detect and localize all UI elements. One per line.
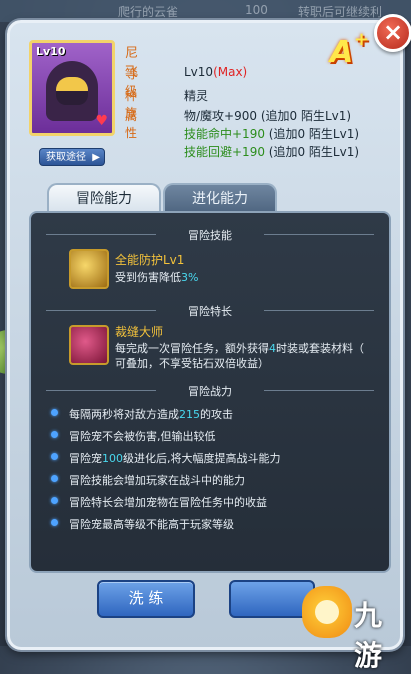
background-value: 100 [245, 3, 268, 17]
combat-section-header: 冒险战力 [31, 383, 389, 399]
bullet-icon [51, 519, 58, 526]
combat-text: 冒险技能会增加玩家在战斗中的能力 [69, 474, 245, 487]
bullet-icon [51, 497, 58, 504]
attribute-extra: (追加0 陌生Lv1) [264, 127, 360, 141]
combat-item: 冒险特长会增加宠物在冒险任务中的收益 [51, 494, 267, 510]
skill-section-header: 冒险技能 [31, 227, 389, 243]
skill-desc: 受到伤害降低3% [115, 270, 198, 285]
combat-item: 每隔两秒将对敌方造成215的攻击 [51, 406, 233, 422]
background-hint: 转职后可继续利 [298, 5, 383, 19]
attribute-main: 物/魔攻+900 [184, 109, 258, 123]
combat-text: 冒险宠不会被伤害,但输出较低 [69, 430, 216, 443]
skill-name: 全能防护Lv1 [115, 253, 185, 267]
tab-adventure-ability[interactable]: 冒险能力 [47, 183, 161, 213]
bullet-icon [51, 453, 58, 460]
skill-desc-text: 受到伤害降低 [115, 271, 181, 284]
attribute-main: 技能命中+190 [184, 127, 265, 141]
level-value: Lv10(Max) [184, 65, 247, 79]
combat-value: 100 [102, 452, 123, 465]
play-arrow-icon: ▶ [92, 152, 100, 163]
close-button[interactable]: × [374, 14, 411, 52]
bullet-icon [51, 431, 58, 438]
level-number: Lv10 [184, 65, 214, 79]
combat-text: 级进化后,将大幅度提高战斗能力 [123, 452, 281, 465]
combat-item: 冒险技能会增加玩家在战斗中的能力 [51, 472, 245, 488]
specialty-section-header: 冒险特长 [31, 303, 389, 319]
background-player-name: 爬行的云雀 [118, 5, 179, 19]
specialty-value: 4 [269, 342, 276, 355]
combat-item: 冒险宠最高等级不能高于玩家等级 [51, 516, 234, 532]
heart-icon: ♥ [95, 113, 108, 129]
attribute-row: 技能回避+190 (追加0 陌生Lv1) [184, 143, 359, 160]
race-value: 精灵 [184, 89, 209, 103]
combat-text: 冒险宠 [69, 452, 102, 465]
pet-mask [56, 91, 88, 105]
specialty-name: 裁缝大师 [115, 325, 164, 339]
attribute-extra: (追加0 陌生Lv1) [257, 109, 352, 123]
shield-skill-icon [69, 249, 109, 289]
rank-plus: + [354, 29, 370, 50]
level-max: (Max) [213, 65, 248, 79]
watermark-logo-icon [302, 586, 352, 638]
portrait-level: Lv10 [36, 45, 66, 58]
watermark-text: 九游 [354, 599, 383, 672]
watermark: 九游 [302, 586, 407, 672]
attribute-row: 物/魔攻+900 (追加0 陌生Lv1) [184, 107, 351, 124]
combat-item: 冒险宠不会被伤害,但输出较低 [51, 428, 216, 444]
attribute-label: 属性 [125, 109, 138, 140]
bullet-icon [51, 475, 58, 482]
skill-desc-value: 3% [181, 271, 199, 284]
combat-text: 冒险特长会增加宠物在冒险任务中的收益 [69, 496, 267, 509]
tailor-specialty-icon [69, 325, 109, 365]
specialty-text: 时装或套装材料（ [276, 342, 364, 355]
rank-badge: A + [330, 29, 369, 71]
attribute-extra: (追加0 陌生Lv1) [264, 145, 360, 159]
wash-button[interactable]: 洗 练 [97, 580, 195, 618]
attribute-row: 技能命中+190 (追加0 陌生Lv1) [184, 125, 359, 142]
rank-letter: A [330, 35, 354, 70]
obtain-route-button[interactable]: 获取途径 ▶ [39, 148, 105, 166]
adventure-content: 冒险技能 全能防护Lv1 受到伤害降低3% 冒险特长 裁缝大师 每完成一次冒险任… [29, 211, 391, 573]
tab-evolution-ability[interactable]: 进化能力 [163, 183, 277, 213]
specialty-desc-line2: 可叠加，不享受钻石双倍收益） [115, 357, 269, 370]
pet-portrait: Lv10 ♥ [29, 40, 115, 136]
specialty-desc-line1: 每完成一次冒险任务，额外获得4时装或套装材料（ [115, 341, 364, 356]
combat-value: 215 [179, 408, 200, 421]
specialty-text: 每完成一次冒险任务，额外获得 [115, 342, 269, 355]
combat-item: 冒险宠100级进化后,将大幅度提高战斗能力 [51, 450, 281, 466]
combat-text: 每隔两秒将对敌方造成 [69, 408, 179, 421]
obtain-route-label: 获取途径 [46, 152, 86, 163]
bullet-icon [51, 409, 58, 416]
combat-text: 的攻击 [200, 408, 233, 421]
attribute-main: 技能回避+190 [184, 145, 265, 159]
combat-text: 冒险宠最高等级不能高于玩家等级 [69, 518, 234, 531]
